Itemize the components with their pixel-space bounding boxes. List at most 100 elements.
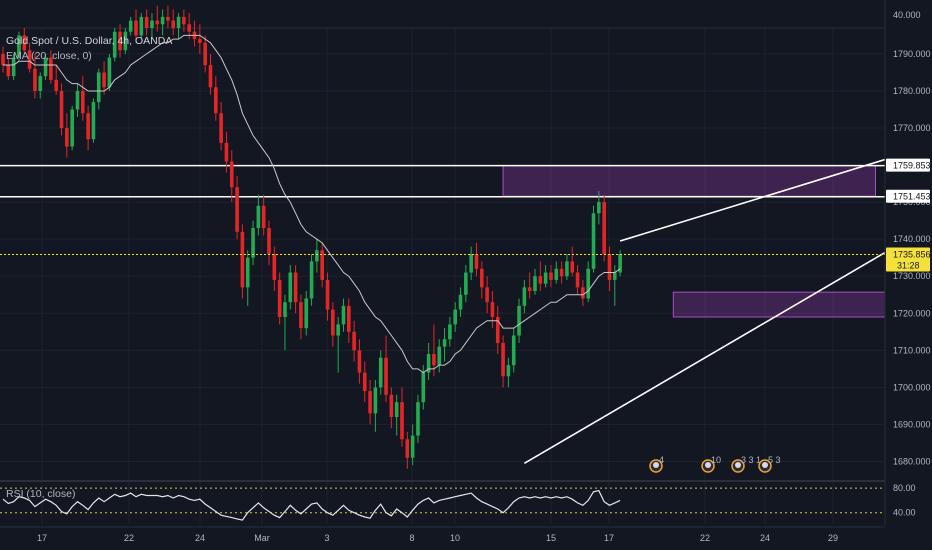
candle-body [54,79,58,91]
candle-body [613,272,617,280]
time-tick-label: 17 [604,533,614,543]
candle-body [75,90,80,110]
candle-body [235,187,239,232]
candle-body [224,142,229,162]
candle-body [416,402,420,436]
candle-body [267,228,271,254]
candle-body [70,109,74,147]
candle-body [410,435,415,458]
price-axis[interactable]: 40.0001790.0001780.0001770.0001750.00017… [884,0,932,550]
candle-body [144,16,149,28]
candle-body [586,268,590,299]
candle-body [33,68,37,91]
candle-body [485,287,489,303]
candle-body [81,90,85,114]
candle-body [150,20,154,28]
candle-body [187,24,191,32]
candle-body [134,20,138,36]
candle-body [347,305,351,332]
price-tick-label: 1770.000 [893,123,931,133]
candle-body [96,72,101,103]
candle-body [208,65,213,88]
candle-body [394,402,399,418]
candle-body [341,305,346,325]
candle-body [378,357,383,388]
candle-body [501,342,505,377]
countdown-label: 31:28 [897,261,920,271]
candle-body [405,439,410,458]
candle-body [245,257,250,288]
candle-body [214,87,218,114]
candle-body [272,254,277,280]
price-tick-label: 1790.000 [893,49,931,59]
candle-body [336,324,340,336]
price-tick-label: 1680.000 [893,456,931,466]
time-tick-label: 8 [409,533,414,543]
candle-body [575,272,580,288]
candle-body [373,387,378,414]
time-tick-label: 29 [828,533,838,543]
event-count: 4 [659,455,664,465]
candle-body [474,254,479,269]
candle-body [331,309,335,336]
candle-body [304,298,309,329]
candle-body [198,39,202,43]
candle-body [293,272,298,303]
candle-body [517,305,521,336]
candle-body [442,339,447,347]
candle-body [299,302,303,329]
candle-body [325,279,330,310]
candle-body [538,276,543,284]
candle-body [256,205,261,229]
candle-body [219,113,223,143]
candle-body [229,161,234,188]
price-tick-label: 1780.000 [893,86,931,96]
candle-body [522,287,527,306]
candle-body [602,202,606,254]
candle-body [565,261,569,277]
candle-body [59,90,64,129]
candle-body [448,324,452,340]
candle-body [533,276,537,292]
price-tick-label: 1720.000 [893,308,931,318]
price-label: 1735.856 [893,250,931,260]
candle-body [453,309,457,325]
candle-body [86,113,90,140]
candle-body [315,250,319,262]
time-tick-label: 10 [450,533,460,543]
candle-body [277,279,282,317]
candle-body [554,268,559,280]
ema-legend[interactable]: EMA (20, close, 0) [6,50,92,62]
time-tick-label: 24 [195,533,205,543]
candle-body [139,16,144,36]
candle-body [283,302,287,317]
candle-body [464,272,468,295]
candle-body [559,268,564,277]
candle-body [543,272,548,284]
candle-body [368,391,372,414]
price-chart[interactable]: 40.0001790.0001780.0001770.0001750.00017… [0,0,932,550]
candle-body [1,53,5,66]
candle-body [128,20,133,32]
candle-body [511,335,516,366]
candle-body [176,16,181,28]
candle-body [549,272,553,280]
event-count: 10 [711,455,721,465]
candle-body [362,372,367,392]
candle-body [166,16,170,21]
candle-body [506,365,511,377]
price-label: 1759.853 [893,161,931,171]
symbol-legend[interactable]: Gold Spot / U.S. Dollar, 4h, OANDA [6,35,172,47]
rsi-legend[interactable]: RSI (10, close) [6,488,75,500]
candle-body [591,213,596,269]
event-count: 5 3 [768,455,781,465]
candle-body [251,228,255,258]
candle-body [160,16,165,25]
candle-body [38,76,43,91]
candle-body [357,350,362,373]
time-tick-label: 15 [546,533,556,543]
pane-divider [0,480,885,482]
candle-body [6,65,11,77]
candle-body [581,287,585,299]
supply-demand-zone [502,164,876,197]
